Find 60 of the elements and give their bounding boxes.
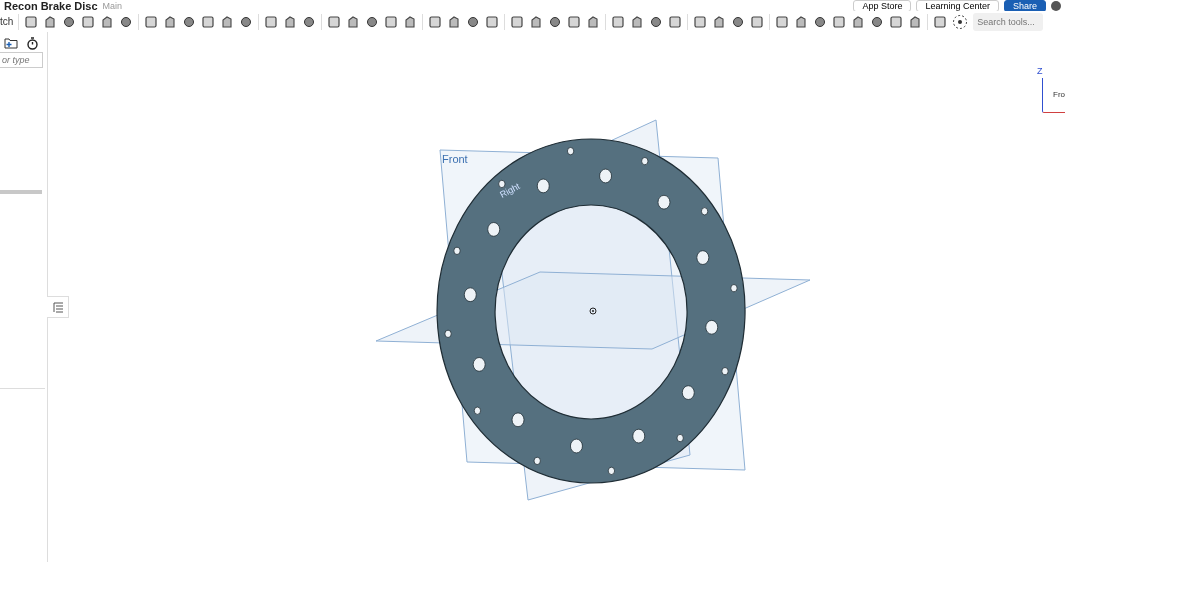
tool-icon[interactable] (119, 14, 134, 29)
tool-icon[interactable] (182, 14, 197, 29)
tool-icon[interactable] (529, 14, 544, 29)
tool-icon[interactable] (346, 14, 361, 29)
panel-divider-bar (0, 190, 42, 194)
tool-icon[interactable] (712, 14, 727, 29)
stopwatch-icon[interactable] (26, 37, 39, 50)
tool-icon[interactable] (775, 14, 790, 29)
tool-icon[interactable] (239, 14, 254, 29)
tool-icon[interactable] (264, 14, 279, 29)
tool-icon[interactable] (567, 14, 582, 29)
sketch-label[interactable]: tch (0, 16, 14, 28)
tool-icon[interactable] (611, 14, 626, 29)
filter-field[interactable]: or type (0, 52, 43, 68)
tool-icon[interactable] (586, 14, 601, 29)
tool-icon[interactable] (832, 14, 847, 29)
tool-icon[interactable] (302, 14, 317, 29)
axis-label: Z (1037, 66, 1043, 76)
tool-icon[interactable] (384, 14, 399, 29)
tool-icon[interactable] (24, 14, 39, 29)
tool-icon[interactable] (870, 14, 885, 29)
tool-icon[interactable] (548, 14, 563, 29)
search-tools-field[interactable]: Search tools... (973, 12, 1044, 31)
tool-icon[interactable] (668, 14, 683, 29)
folder-add-icon[interactable] (4, 37, 18, 49)
tool-icon[interactable] (201, 14, 216, 29)
tool-icon[interactable] (851, 14, 866, 29)
plane-label: Front (442, 153, 468, 165)
tool-icon[interactable] (447, 14, 462, 29)
cube-face-label[interactable]: Fro (1053, 90, 1065, 99)
tool-icon[interactable] (327, 14, 342, 29)
tool-icon[interactable] (485, 14, 500, 29)
tool-icon[interactable] (693, 14, 708, 29)
tool-icon[interactable] (510, 14, 525, 29)
list-icon (51, 301, 64, 313)
tool-icon[interactable] (750, 14, 765, 29)
tool-icon[interactable] (908, 14, 923, 29)
tool-icon[interactable] (649, 14, 664, 29)
tool-icon[interactable] (403, 14, 418, 29)
tool-icon[interactable] (144, 14, 159, 29)
tool-icon[interactable] (794, 14, 809, 29)
tool-icon[interactable] (889, 14, 904, 29)
tool-icon[interactable] (81, 14, 96, 29)
tool-icon[interactable] (62, 14, 77, 29)
tool-icon[interactable] (163, 14, 178, 29)
document-title: Recon Brake Disc (4, 0, 98, 12)
tool-icon[interactable] (43, 14, 58, 29)
tool-icon[interactable] (813, 14, 828, 29)
tool-icon[interactable] (731, 14, 746, 29)
tool-icon[interactable] (428, 14, 443, 29)
tool-icon[interactable] (933, 14, 948, 29)
tool-icon[interactable] (466, 14, 481, 29)
tool-icon[interactable] (100, 14, 115, 29)
tool-icon[interactable] (220, 14, 235, 29)
tool-icon[interactable] (283, 14, 298, 29)
list-toggle-button[interactable] (47, 296, 69, 318)
plane-label: Right (498, 181, 522, 200)
tool-icon[interactable] (365, 14, 380, 29)
add-tool-icon[interactable] (952, 13, 969, 30)
tool-icon[interactable] (630, 14, 645, 29)
